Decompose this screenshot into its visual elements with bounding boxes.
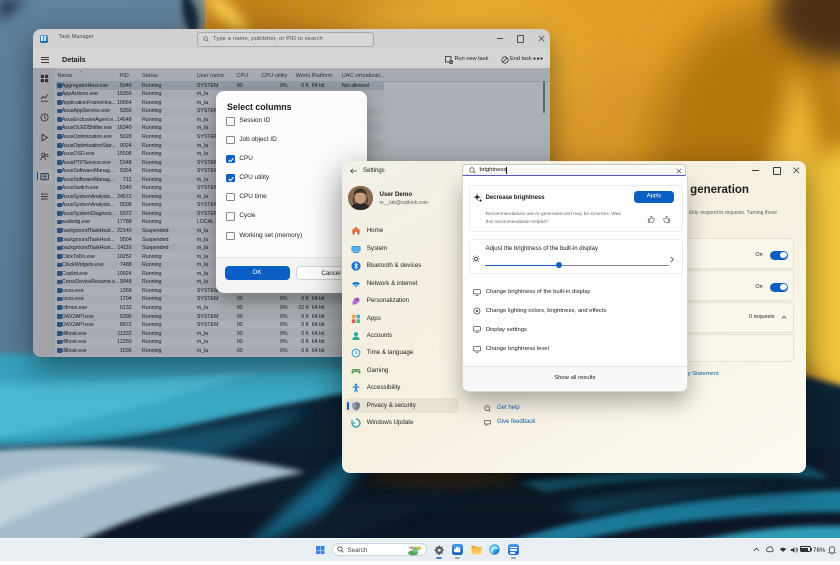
svg-text:?: ? — [486, 406, 488, 410]
